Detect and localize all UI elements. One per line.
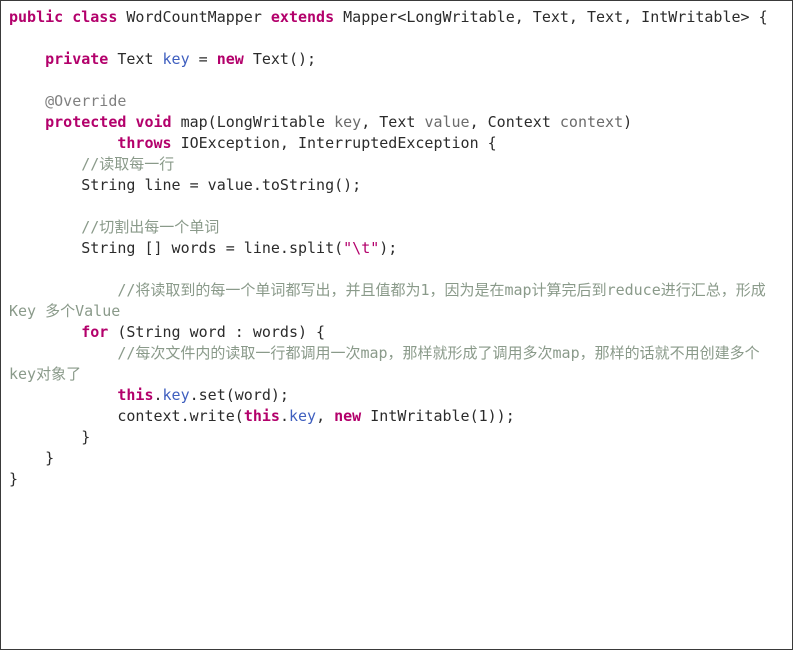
code-token-pun: .	[279, 407, 289, 425]
code-token-typ: Text();	[252, 50, 317, 68]
java-source-code[interactable]: public class WordCountMapper extends Map…	[9, 7, 784, 490]
code-token-typ: IOException, InterruptedException {	[180, 134, 497, 152]
code-token-typ: IntWritable(1));	[370, 407, 515, 425]
code-token-pun	[63, 8, 72, 26]
code-listing-frame: public class WordCountMapper extends Map…	[0, 0, 793, 650]
code-token-typ: map(LongWritable	[180, 113, 335, 131]
code-token-ann: @Override	[45, 92, 127, 110]
code-token-str: "\t"	[343, 239, 380, 257]
code-token-pun	[334, 8, 343, 26]
code-line: this.key.set(word);	[9, 385, 784, 406]
code-token-typ: String line = value.toString();	[81, 176, 362, 194]
code-token-kw: this	[243, 407, 280, 425]
code-line: context.write(this.key, new IntWritable(…	[9, 406, 784, 427]
code-token-typ: (String word : words) {	[117, 323, 326, 341]
code-token-pun	[361, 407, 370, 425]
code-line: protected void map(LongWritable key, Tex…	[9, 112, 784, 133]
code-line: private Text key = new Text();	[9, 49, 784, 70]
code-line: for (String word : words) {	[9, 322, 784, 343]
code-token-fld: key	[162, 50, 190, 68]
code-line: public class WordCountMapper extends Map…	[9, 7, 784, 28]
code-token-fld: key	[162, 386, 190, 404]
code-token-kw: extends	[270, 8, 335, 26]
code-line: }	[9, 427, 784, 448]
code-token-par: context	[559, 113, 624, 131]
code-token-pun: .	[153, 386, 163, 404]
code-line: }	[9, 448, 784, 469]
code-token-pun	[172, 134, 181, 152]
code-token-kw: for	[81, 323, 109, 341]
code-token-kw: throws	[117, 134, 172, 152]
code-token-typ: Mapper<LongWritable, Text, Text, IntWrit…	[343, 8, 768, 26]
code-token-pun	[244, 50, 253, 68]
code-token-pun	[154, 50, 163, 68]
code-token-typ: ,	[316, 407, 335, 425]
code-line: String [] words = line.split("\t");	[9, 238, 784, 259]
code-line: String line = value.toString();	[9, 175, 784, 196]
code-token-kw: class	[72, 8, 118, 26]
code-token-typ: context.write(	[117, 407, 244, 425]
code-line: //读取每一行	[9, 154, 784, 175]
code-token-par: key	[334, 113, 362, 131]
code-token-pun: }	[9, 470, 19, 488]
code-line: //将读取到的每一个单词都写出，并且值都为1，因为是在map计算完后到reduc…	[9, 280, 784, 322]
code-token-cmt: //将读取到的每一个单词都写出，并且值都为1，因为是在map计算完后到reduc…	[9, 281, 766, 320]
code-token-pun	[172, 113, 181, 131]
code-token-fld: key	[288, 407, 317, 425]
code-token-kw: new	[216, 50, 244, 68]
code-token-kw: private	[45, 50, 109, 68]
code-token-pun	[262, 8, 271, 26]
code-token-typ: Text	[117, 50, 154, 68]
code-token-kw: protected	[45, 113, 127, 131]
code-token-typ: );	[379, 239, 398, 257]
code-line: //切割出每一个单词	[9, 217, 784, 238]
code-line: //每次文件内的读取一行都调用一次map，那样就形成了调用多次map，那样的话就…	[9, 343, 784, 385]
code-token-pun: }	[45, 449, 55, 467]
code-token-typ: , Text	[361, 113, 425, 131]
code-token-typ: .set(word);	[189, 386, 289, 404]
code-token-kw: new	[334, 407, 362, 425]
code-token-cmt: //每次文件内的读取一行都调用一次map，那样就形成了调用多次map，那样的话就…	[9, 344, 760, 383]
code-token-cmt: //切割出每一个单词	[81, 218, 220, 236]
code-token-typ: , Context	[469, 113, 560, 131]
code-token-pun: }	[81, 428, 91, 446]
code-token-par: value	[424, 113, 470, 131]
code-token-kw: void	[135, 113, 172, 131]
code-token-cmt: //读取每一行	[81, 155, 175, 173]
code-token-kw: this	[117, 386, 154, 404]
code-token-typ: WordCountMapper	[126, 8, 262, 26]
code-line: throws IOException, InterruptedException…	[9, 133, 784, 154]
code-line: }	[9, 469, 784, 490]
code-token-typ: )	[623, 113, 633, 131]
code-token-typ: String [] words = line.split(	[81, 239, 344, 257]
code-token-pun: =	[189, 50, 217, 68]
code-line: @Override	[9, 91, 784, 112]
code-token-kw: public	[9, 8, 64, 26]
